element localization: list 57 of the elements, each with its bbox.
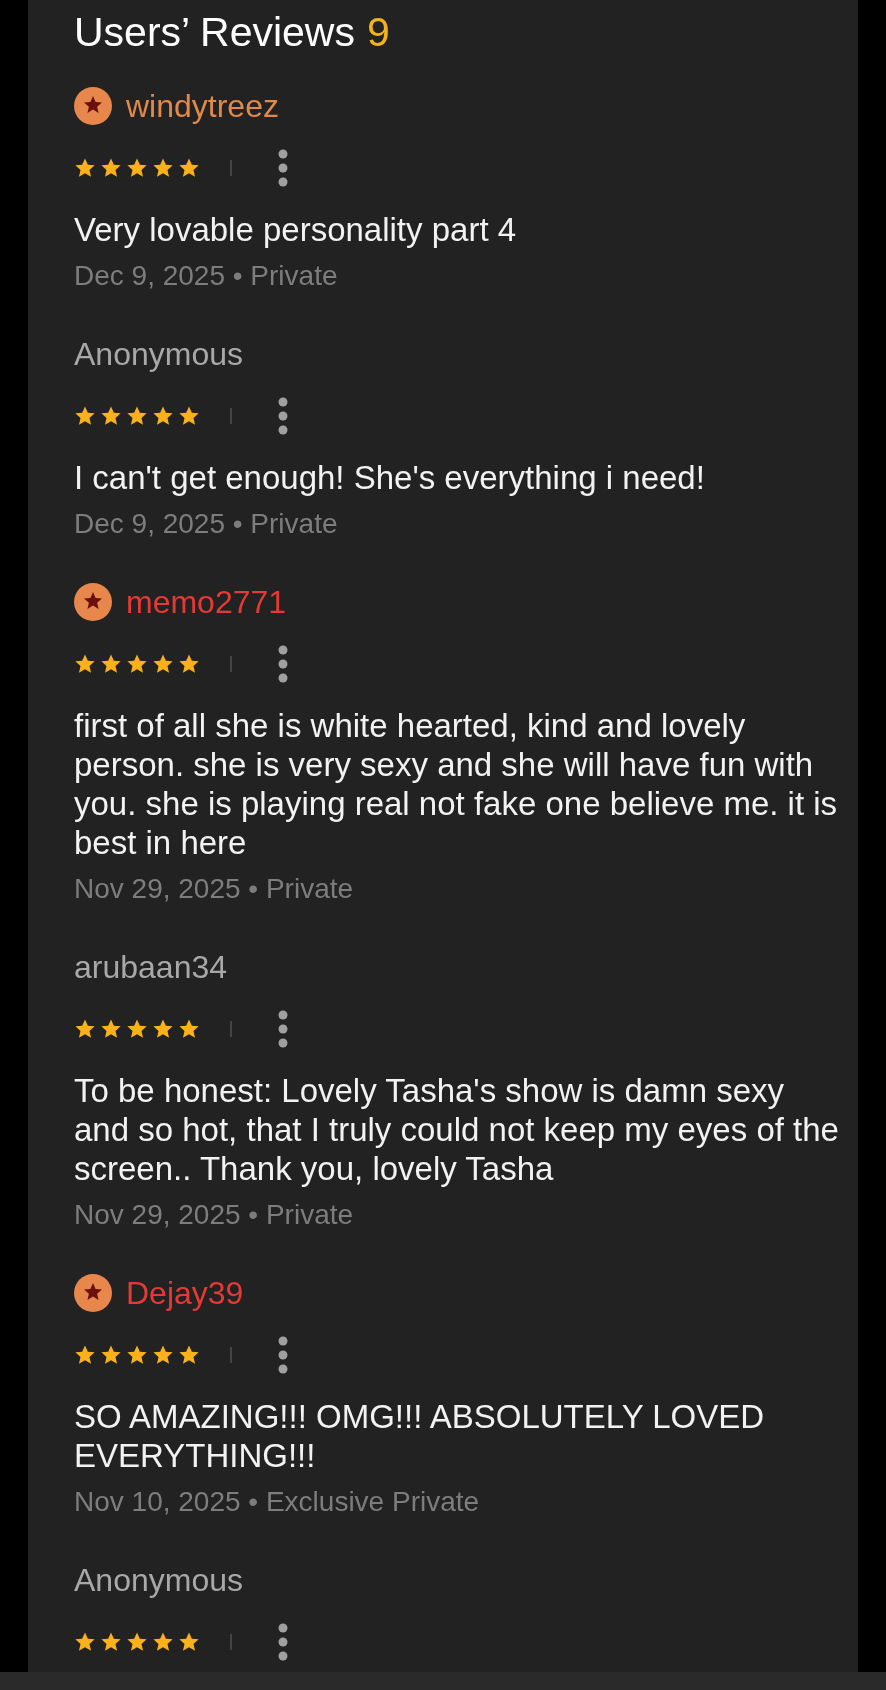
star-icon: [152, 1018, 174, 1040]
star-icon: [152, 653, 174, 675]
more-options-icon[interactable]: [278, 397, 288, 435]
star-icon: [152, 157, 174, 179]
review-date: Nov 29, 2025 • Private: [74, 1198, 355, 1232]
review-date: Dec 9, 2025 • Private: [74, 507, 339, 541]
reviewer-name[interactable]: Anonymous: [74, 1560, 243, 1600]
star-icon: [178, 1631, 200, 1653]
star-icon: [100, 157, 122, 179]
star-icon: [74, 405, 96, 427]
reviewer-name[interactable]: arubaan34: [74, 947, 228, 987]
review-text: I can't get enough! She's everything i need!: [74, 458, 706, 497]
star-icon: [126, 1344, 148, 1366]
star-icon: [178, 1018, 200, 1040]
review-date: Nov 10, 2025 • Exclusive Private: [74, 1485, 481, 1519]
star-icon: [74, 653, 96, 675]
review-text: first of all she is white hearted, kind and lovely person. she is very sexy and she will have fun with you. she is playing real not fake one believe me. it is best in here: [74, 706, 839, 862]
section-title: Users’ Reviews: [74, 8, 355, 56]
reviewer-name[interactable]: Anonymous: [74, 334, 243, 374]
star-icon: [74, 1344, 96, 1366]
star-icon: [152, 405, 174, 427]
star-icon: [126, 1018, 148, 1040]
review-count: 9: [367, 8, 390, 56]
star-icon: [126, 405, 148, 427]
more-options-icon[interactable]: [278, 1010, 288, 1048]
star-icon: [152, 1631, 174, 1653]
star-icon: [178, 405, 200, 427]
reviewer-name[interactable]: Dejay39: [126, 1273, 244, 1313]
star-icon: [100, 1344, 122, 1366]
star-icon: [100, 1018, 122, 1040]
star-icon: [100, 653, 122, 675]
reviewer-name[interactable]: windytreez: [126, 86, 279, 126]
star-badge-icon: [74, 583, 112, 621]
star-badge-icon: [74, 1274, 112, 1312]
review-text: SO AMAZING!!! OMG!!! ABSOLUTELY LOVED EVERYTHING!!!: [74, 1397, 766, 1475]
review-text: Very lovable personality part 4: [74, 210, 518, 249]
star-icon: [178, 653, 200, 675]
more-options-icon[interactable]: [278, 645, 288, 683]
more-options-icon[interactable]: [278, 1623, 288, 1661]
star-icon: [178, 1344, 200, 1366]
review-date: Dec 9, 2025 • Private: [74, 259, 339, 293]
review-date: Nov 29, 2025 • Private: [74, 872, 355, 906]
star-icon: [126, 157, 148, 179]
star-icon: [74, 1631, 96, 1653]
more-options-icon[interactable]: [278, 1336, 288, 1374]
star-icon: [152, 1344, 174, 1366]
star-icon: [74, 1018, 96, 1040]
star-icon: [126, 653, 148, 675]
star-icon: [74, 157, 96, 179]
more-options-icon[interactable]: [278, 149, 288, 187]
star-icon: [100, 405, 122, 427]
star-icon: [178, 157, 200, 179]
star-icon: [126, 1631, 148, 1653]
review-text: To be honest: Lovely Tasha's show is damn sexy and so hot, that I truly could not keep my eyes of the screen.. Thank you, lovely Tasha: [74, 1071, 840, 1188]
star-badge-icon: [74, 87, 112, 125]
star-icon: [100, 1631, 122, 1653]
reviewer-name[interactable]: memo2771: [126, 582, 287, 622]
